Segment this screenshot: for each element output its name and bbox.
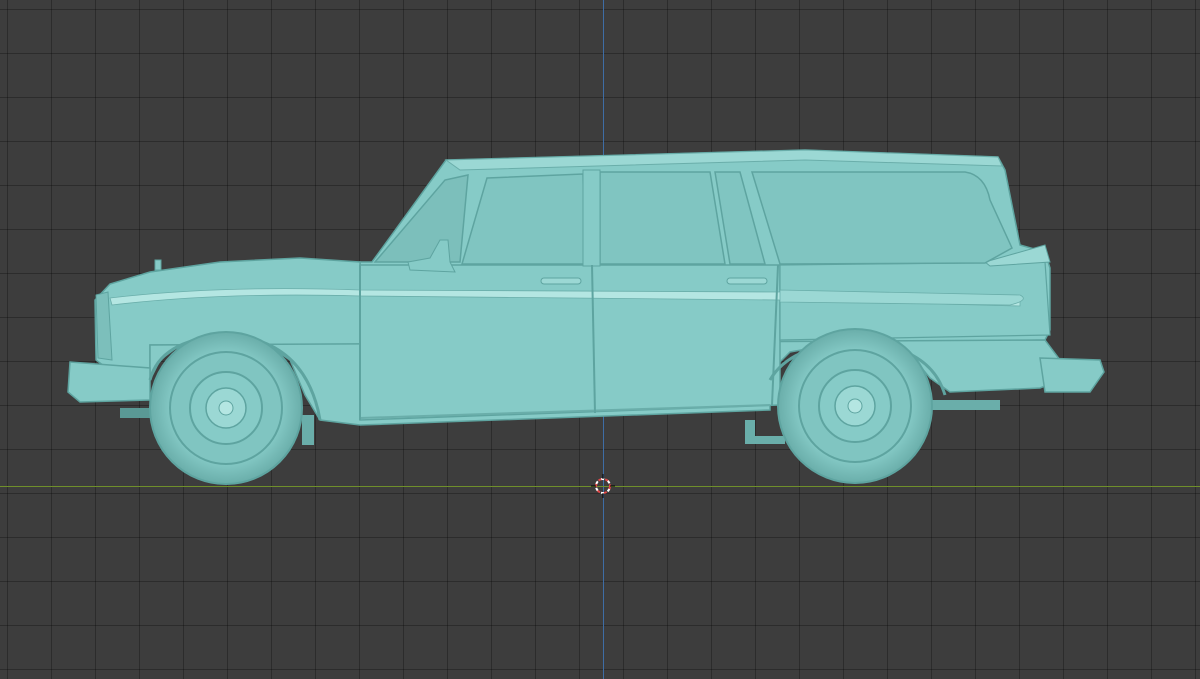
3d-viewport[interactable] bbox=[0, 0, 1200, 679]
3d-cursor-icon[interactable] bbox=[591, 474, 615, 498]
car-model[interactable] bbox=[0, 0, 1200, 679]
front-wheel bbox=[149, 331, 303, 485]
rear-wheel bbox=[777, 328, 933, 484]
